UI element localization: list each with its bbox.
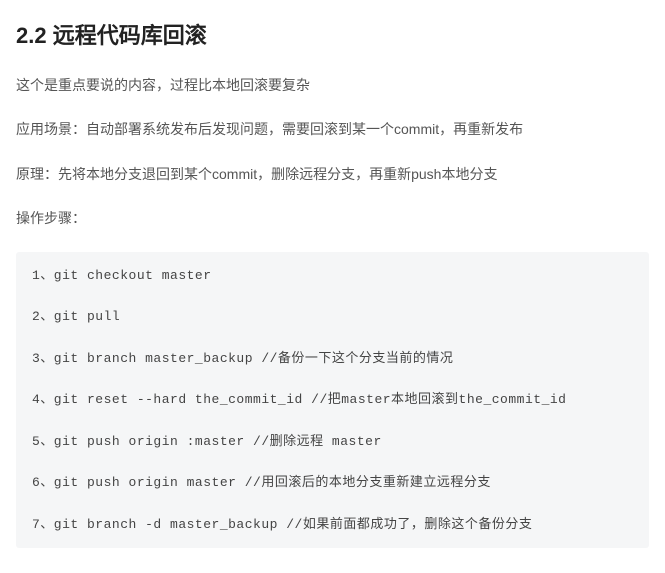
section-heading: 2.2 远程代码库回滚 [16, 18, 649, 50]
paragraph-steps-label: 操作步骤： [16, 207, 649, 229]
code-block: 1、git checkout master 2、git pull 3、git bra… [16, 252, 649, 549]
code-line: 4、git reset --hard the_commit_id //把mast… [32, 390, 633, 410]
paragraph-principle: 原理：先将本地分支退回到某个commit，删除远程分支，再重新push本地分支 [16, 163, 649, 185]
code-line: 1、git checkout master [32, 266, 633, 286]
code-line: 6、git push origin master //用回滚后的本地分支重新建立… [32, 473, 633, 493]
paragraph-intro: 这个是重点要说的内容，过程比本地回滚要复杂 [16, 74, 649, 96]
code-line: 5、git push origin :master //删除远程 master [32, 432, 633, 452]
code-line: 2、git pull [32, 307, 633, 327]
paragraph-scenario: 应用场景：自动部署系统发布后发现问题，需要回滚到某一个commit，再重新发布 [16, 118, 649, 140]
code-line: 3、git branch master_backup //备份一下这个分支当前的… [32, 349, 633, 369]
code-line: 7、git branch -d master_backup //如果前面都成功了… [32, 515, 633, 535]
